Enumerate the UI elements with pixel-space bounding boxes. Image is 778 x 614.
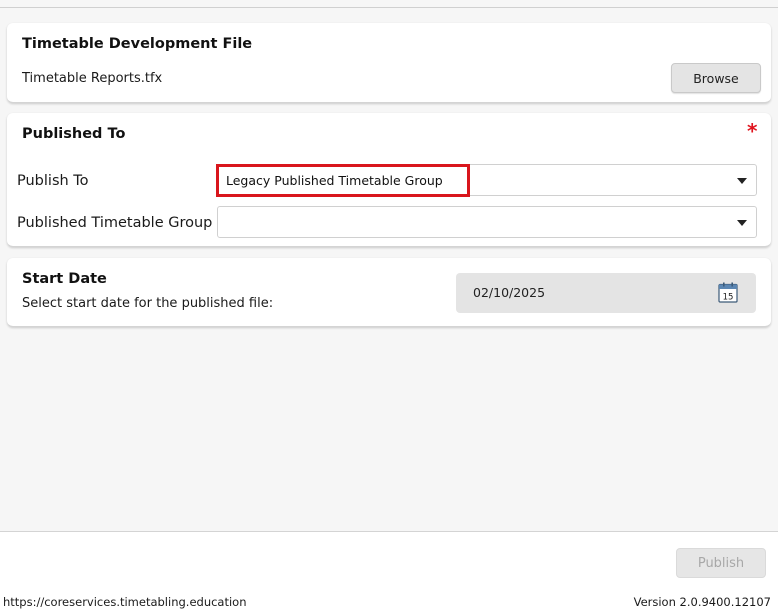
published-to-title: Published To (22, 126, 126, 142)
required-marker: * (747, 119, 758, 143)
status-version: Version 2.0.9400.12107 (633, 595, 771, 609)
start-date-title: Start Date (22, 271, 107, 287)
start-date-card: Start Date Select start date for the pub… (7, 258, 771, 327)
browse-button[interactable]: Browse (671, 63, 761, 93)
publish-to-value: Legacy Published Timetable Group (226, 173, 443, 188)
development-file-title: Timetable Development File (22, 36, 253, 52)
publish-to-select[interactable]: Legacy Published Timetable Group (217, 164, 757, 196)
top-border (0, 0, 778, 8)
development-file-card: Timetable Development File Timetable Rep… (7, 23, 771, 103)
start-date-value: 02/10/2025 (473, 285, 546, 300)
chevron-down-icon (737, 220, 747, 226)
chevron-down-icon (737, 178, 747, 184)
published-group-label: Published Timetable Group (17, 215, 213, 231)
published-to-card: Published To * Publish To Legacy Publish… (7, 113, 771, 247)
published-group-select[interactable] (217, 206, 757, 238)
bottom-bar: Publish https://coreservices.timetabling… (0, 531, 778, 614)
calendar-icon[interactable]: 15 (718, 282, 738, 303)
calendar-icon-day: 15 (723, 292, 734, 302)
start-date-subtitle: Select start date for the published file… (22, 296, 274, 311)
status-url: https://coreservices.timetabling.educati… (3, 595, 247, 609)
publish-button[interactable]: Publish (676, 548, 766, 578)
publish-to-label: Publish To (17, 173, 89, 189)
start-date-picker[interactable]: 02/10/2025 15 (456, 273, 756, 313)
file-name: Timetable Reports.tfx (22, 71, 163, 86)
